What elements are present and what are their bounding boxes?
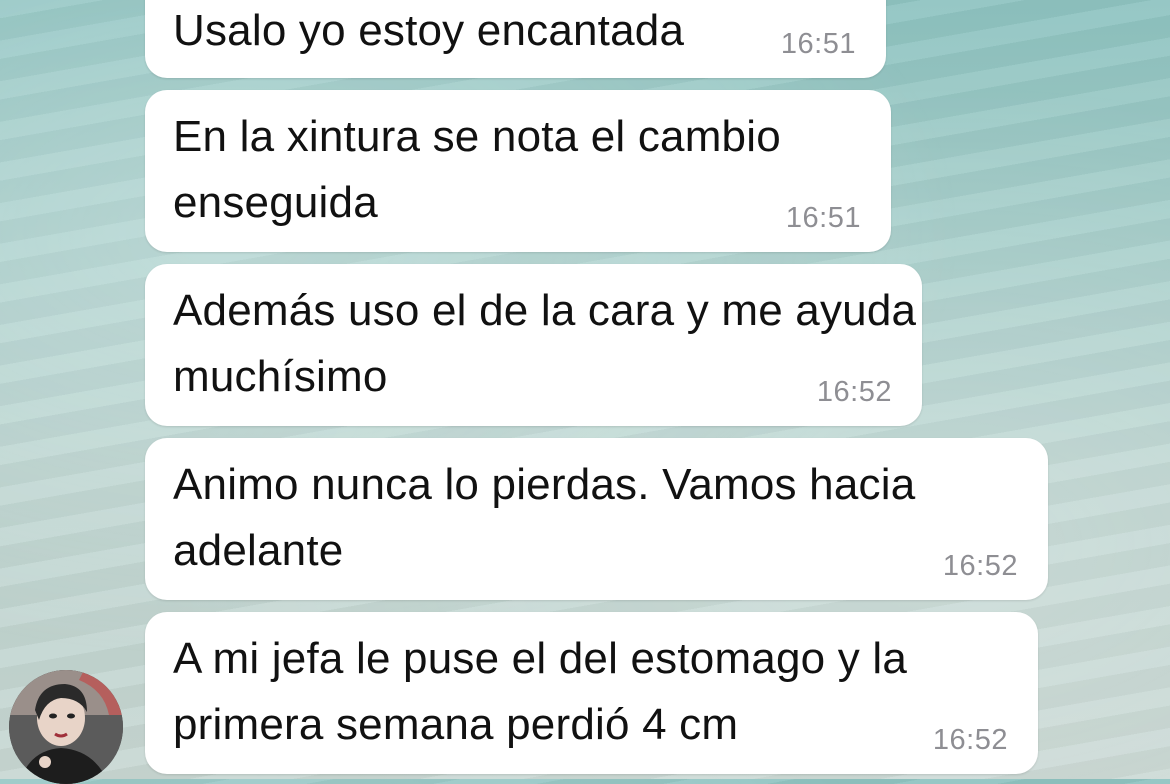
message-text: Usalo yo estoy encantada: [173, 6, 685, 55]
message-timestamp: 16:52: [932, 724, 1008, 756]
message-timestamp: 16:51: [780, 28, 856, 60]
message-text: Animo nunca lo pierdas. Vamos hacia adel…: [173, 460, 916, 575]
message-timestamp: 16:51: [785, 202, 861, 234]
message-bubble[interactable]: A mi jefa le puse el del estomago y la p…: [145, 612, 1038, 774]
message-bubble[interactable]: En la xintura se nota el cambio enseguid…: [145, 90, 891, 252]
message-text: Además uso el de la cara y me ayuda much…: [173, 286, 917, 401]
message-bubble[interactable]: Animo nunca lo pierdas. Vamos hacia adel…: [145, 438, 1048, 600]
sender-avatar[interactable]: [9, 670, 123, 784]
message-text: A mi jefa le puse el del estomago y la p…: [173, 634, 908, 749]
message-text: En la xintura se nota el cambio enseguid…: [173, 112, 781, 227]
message-timestamp: 16:52: [942, 550, 1018, 582]
message-bubble[interactable]: Además uso el de la cara y me ayuda much…: [145, 264, 922, 426]
message-bubble[interactable]: Usalo yo estoy encantada 16:51: [145, 0, 886, 78]
profile-photo-icon: [9, 670, 123, 784]
chat-area: Usalo yo estoy encantada 16:51 En la xin…: [0, 0, 1170, 784]
message-timestamp: 16:52: [816, 376, 892, 408]
